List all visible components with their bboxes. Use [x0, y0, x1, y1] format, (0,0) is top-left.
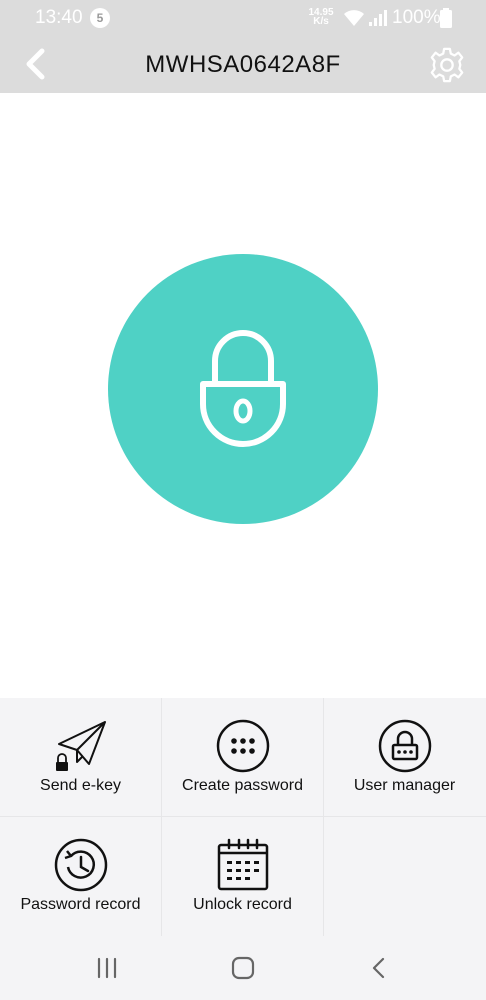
user-manager-button[interactable]: User manager	[324, 698, 485, 816]
calendar-icon	[217, 838, 268, 891]
battery-percent: 100%	[392, 7, 441, 28]
gear-icon[interactable]	[428, 46, 466, 84]
password-record-button[interactable]: Password record	[0, 817, 161, 935]
function-grid: Send e-key Create password User manager	[0, 698, 486, 936]
history-icon	[54, 838, 107, 892]
home-icon[interactable]	[228, 954, 258, 982]
unlock-record-label: Unlock record	[193, 896, 292, 913]
notification-badge: 5	[90, 8, 110, 28]
signal-icon	[369, 10, 387, 26]
back-icon[interactable]	[364, 954, 394, 982]
status-bar: 13:40 5 14.95 K/s 100%	[0, 0, 486, 36]
network-speed: 14.95 K/s	[306, 8, 336, 27]
network-speed-unit: K/s	[313, 16, 329, 27]
create-password-button[interactable]: Create password	[162, 698, 323, 816]
lock-icon	[200, 330, 286, 447]
status-time: 13:40	[35, 7, 83, 28]
create-password-label: Create password	[182, 777, 303, 794]
keypad-icon	[216, 719, 269, 773]
wifi-icon	[344, 10, 364, 26]
unlock-record-button[interactable]: Unlock record	[162, 817, 323, 935]
send-ekey-button[interactable]: Send e-key	[0, 698, 161, 816]
send-ekey-label: Send e-key	[40, 777, 121, 794]
user-lock-icon	[378, 719, 431, 773]
page-title: MWHSA0642A8F	[145, 51, 341, 78]
battery-icon	[440, 8, 452, 28]
system-nav-bar	[0, 936, 486, 1000]
paper-plane-icon	[55, 721, 106, 771]
password-record-label: Password record	[20, 896, 141, 913]
recent-apps-icon[interactable]	[92, 954, 122, 982]
user-manager-label: User manager	[353, 777, 456, 794]
lock-toggle-button[interactable]	[108, 254, 378, 524]
app-bar: MWHSA0642A8F	[0, 36, 486, 93]
